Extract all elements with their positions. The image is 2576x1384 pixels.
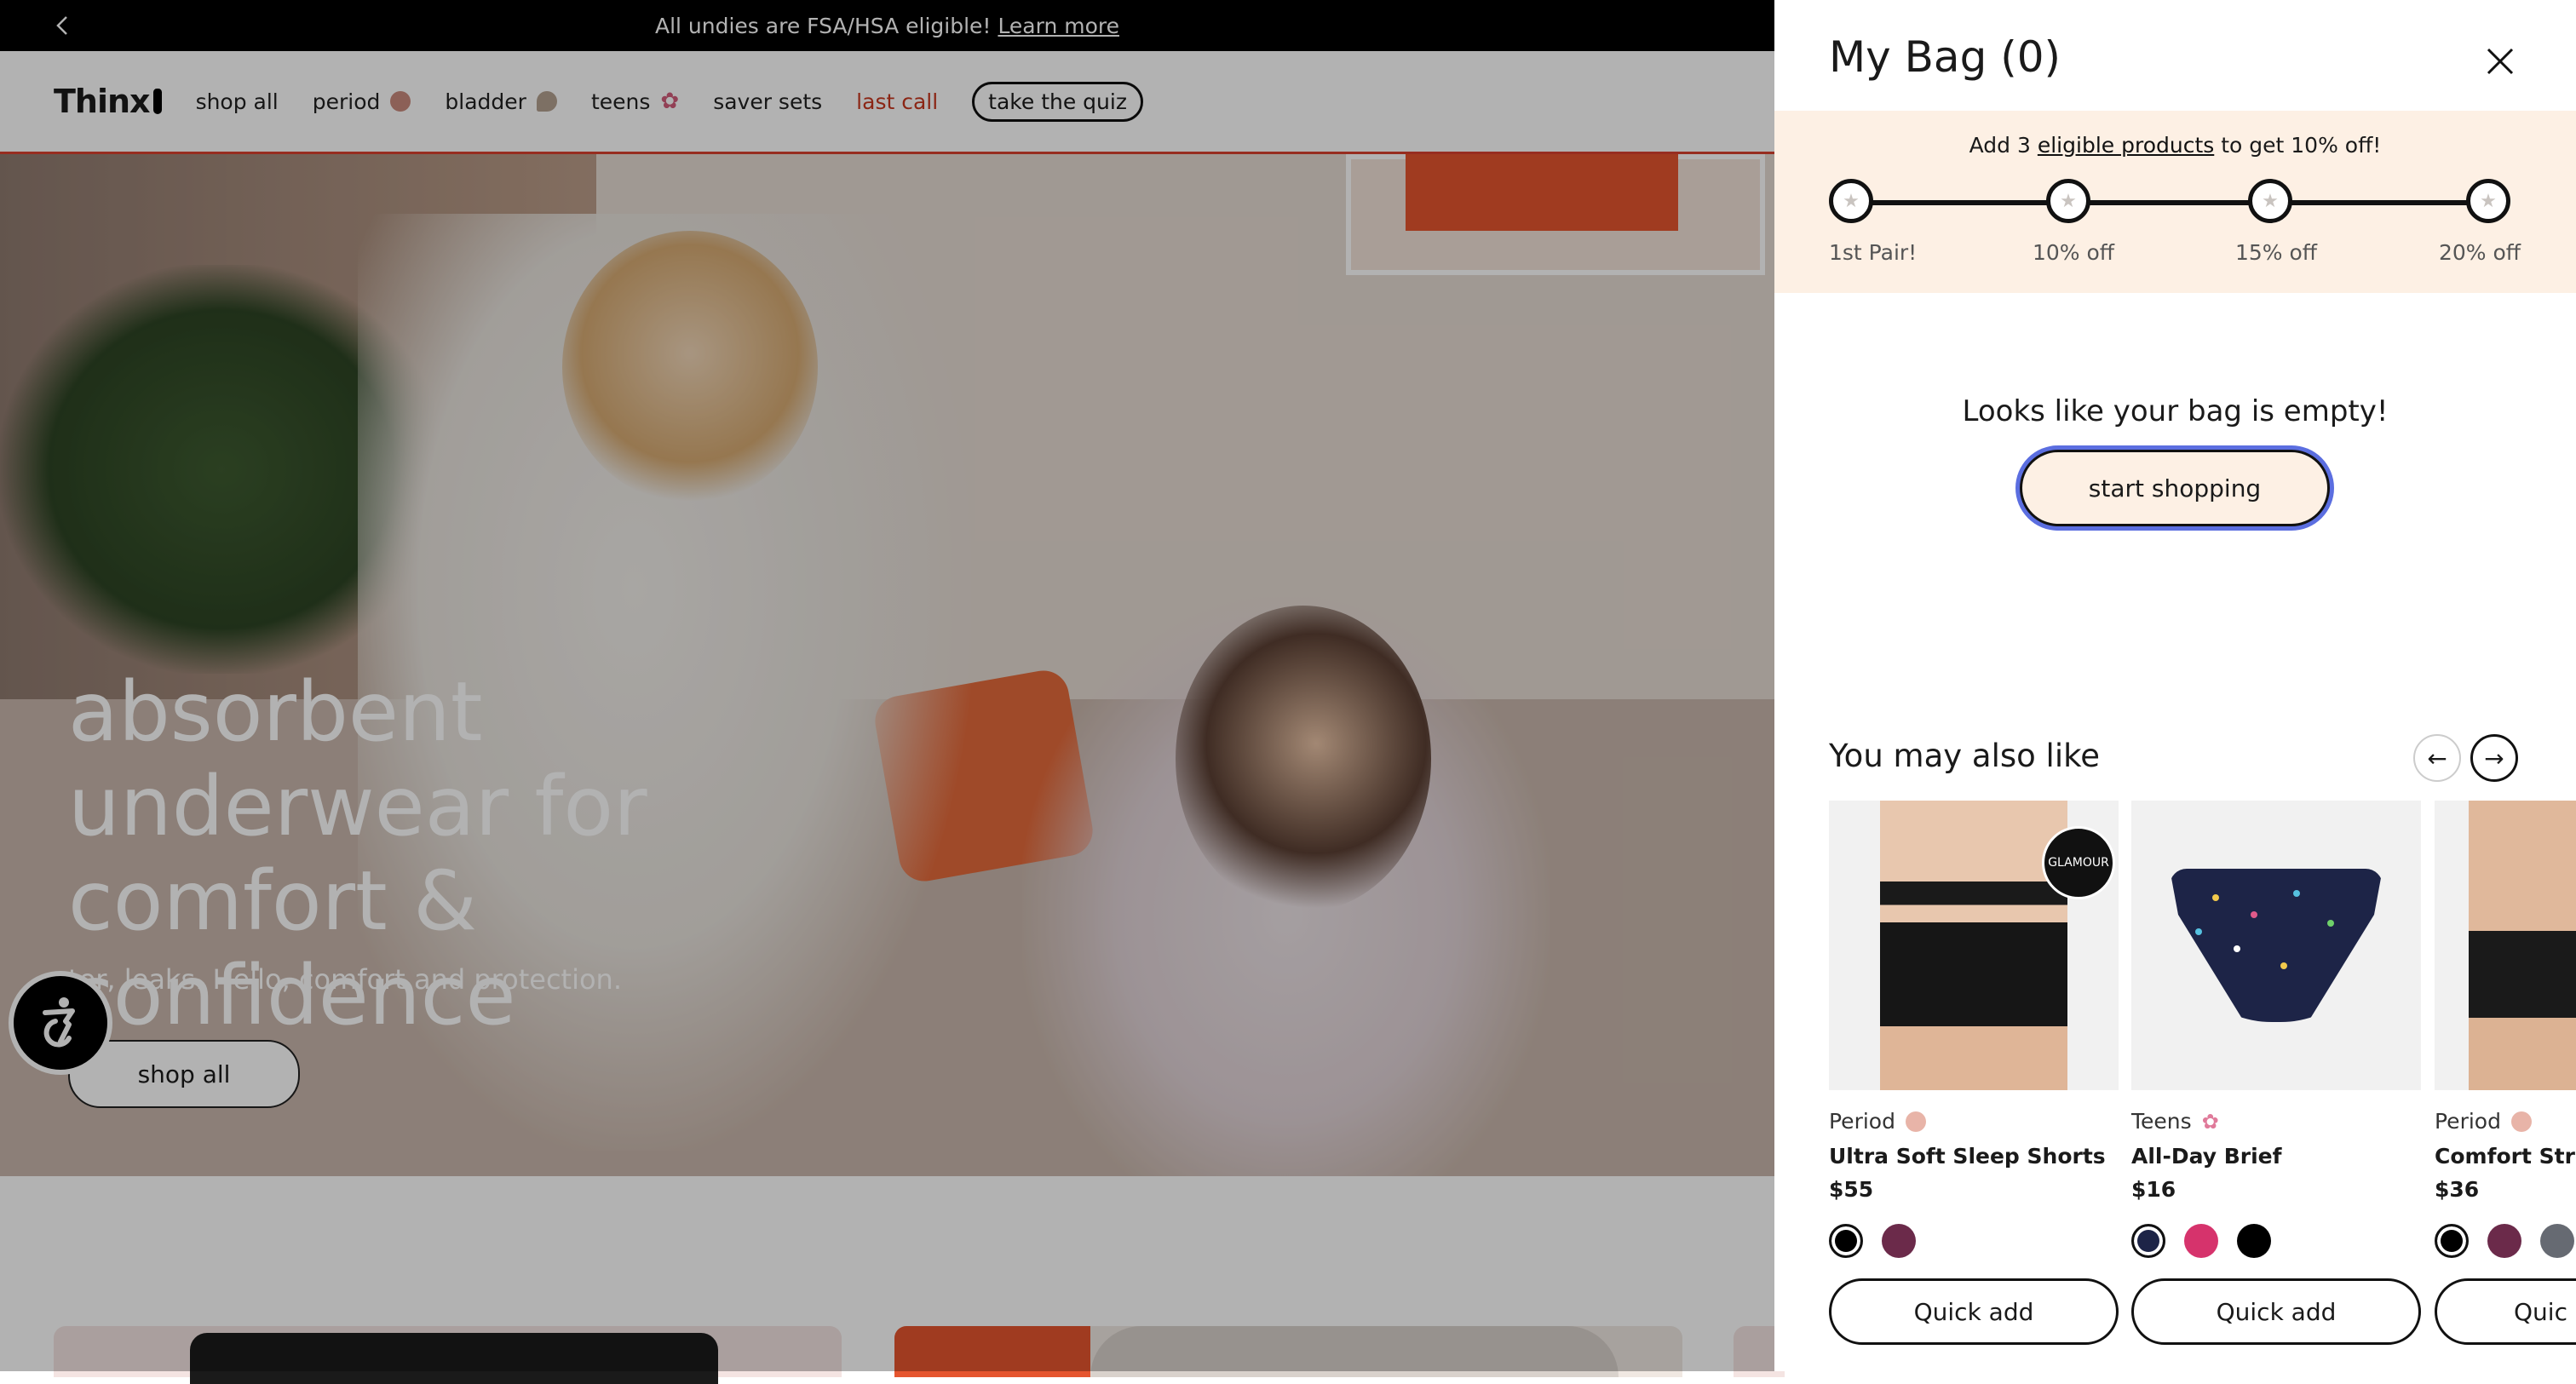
category-label: Period — [2435, 1109, 2501, 1134]
bag-drawer: My Bag (0) Add 3 eligible products to ge… — [1774, 0, 2576, 1371]
color-swatches — [2435, 1224, 2576, 1258]
category-label: Teens — [2131, 1109, 2192, 1134]
step-star-icon: ★ — [2248, 179, 2292, 223]
page-overlay[interactable] — [0, 0, 1774, 1371]
product-name[interactable]: Comfort Stret — [2435, 1144, 2576, 1169]
arrow-right-icon: → — [2484, 744, 2504, 772]
color-swatch[interactable] — [2435, 1224, 2469, 1258]
product-price: $36 — [2435, 1177, 2480, 1202]
product-card[interactable]: Teens ✿ All-Day Brief $16 Quick add — [2131, 801, 2421, 1345]
product-photo — [2469, 801, 2576, 1090]
print-star — [2251, 911, 2257, 918]
product-card[interactable]: GLAMOUR Period Ultra Soft Sleep Shorts $… — [1829, 801, 2119, 1345]
carousel-next-button[interactable]: → — [2470, 734, 2518, 782]
quick-add-button[interactable]: Quick add — [1829, 1278, 2119, 1345]
step-label: 1st Pair! — [1829, 240, 1918, 265]
product-category: Teens ✿ — [2131, 1109, 2421, 1134]
print-star — [2280, 962, 2287, 969]
product-photo — [1880, 801, 2067, 1090]
print-star — [2212, 894, 2219, 901]
color-swatches — [1829, 1224, 2119, 1258]
promo-prefix: Add 3 — [1969, 133, 2031, 158]
close-icon[interactable] — [2481, 43, 2519, 80]
color-swatch[interactable] — [2540, 1224, 2574, 1258]
product-image[interactable] — [2435, 801, 2576, 1090]
category-label: Period — [1829, 1109, 1895, 1134]
arrow-left-icon: ← — [2427, 744, 2447, 772]
color-swatches — [2131, 1224, 2421, 1258]
teens-flower-icon: ✿ — [2201, 1109, 2219, 1134]
print-star — [2195, 928, 2202, 935]
color-swatch[interactable] — [2184, 1224, 2218, 1258]
color-swatch[interactable] — [1829, 1224, 1863, 1258]
print-star — [2293, 890, 2300, 897]
step-star-icon: ★ — [2466, 179, 2510, 223]
step-star-icon: ★ — [2046, 179, 2090, 223]
product-price: $16 — [2131, 1177, 2176, 1202]
color-swatch[interactable] — [2131, 1224, 2165, 1258]
promo-message: Add 3 eligible products to get 10% off! — [1774, 133, 2576, 158]
product-category: Period — [1829, 1109, 2119, 1134]
quick-add-button[interactable]: Quick add — [2131, 1278, 2421, 1345]
product-photo — [2170, 869, 2383, 1022]
product-price: $55 — [1829, 1177, 1874, 1202]
print-star — [2327, 920, 2334, 927]
recommendations-carousel: GLAMOUR Period Ultra Soft Sleep Shorts $… — [1829, 801, 2576, 1371]
period-dot-icon — [2510, 1111, 2532, 1132]
print-star — [2234, 945, 2240, 952]
step-label: 20% off — [2439, 240, 2521, 265]
product-name[interactable]: All-Day Brief — [2131, 1144, 2421, 1169]
color-swatch[interactable] — [2237, 1224, 2271, 1258]
product-name[interactable]: Ultra Soft Sleep Shorts — [1829, 1144, 2119, 1169]
recommendations-title: You may also like — [1829, 738, 2100, 774]
step-label: 10% off — [2033, 240, 2115, 265]
color-swatch[interactable] — [2487, 1224, 2521, 1258]
carousel-prev-button[interactable]: ← — [2413, 734, 2461, 782]
bag-title: My Bag (0) — [1829, 32, 2061, 82]
period-dot-icon — [1905, 1111, 1926, 1132]
start-shopping-button[interactable]: start shopping — [2020, 450, 2330, 526]
eligible-products-link[interactable]: eligible products — [2038, 133, 2214, 158]
product-image[interactable] — [2131, 801, 2421, 1090]
quick-add-button[interactable]: Quic — [2435, 1278, 2576, 1345]
step-star-icon: ★ — [1829, 179, 1873, 223]
promo-suffix: to get 10% off! — [2221, 133, 2382, 158]
discount-progress: Add 3 eligible products to get 10% off! … — [1774, 111, 2576, 293]
progress-track — [1851, 200, 2498, 205]
empty-bag-message: Looks like your bag is empty! — [1962, 394, 2389, 428]
product-category: Period — [2435, 1109, 2576, 1134]
glamour-award-badge: GLAMOUR — [2042, 826, 2115, 899]
color-swatch[interactable] — [1882, 1224, 1916, 1258]
product-card[interactable]: Period Comfort Stret $36 Quic — [2435, 801, 2576, 1345]
step-label: 15% off — [2235, 240, 2318, 265]
product-image[interactable]: GLAMOUR — [1829, 801, 2119, 1090]
